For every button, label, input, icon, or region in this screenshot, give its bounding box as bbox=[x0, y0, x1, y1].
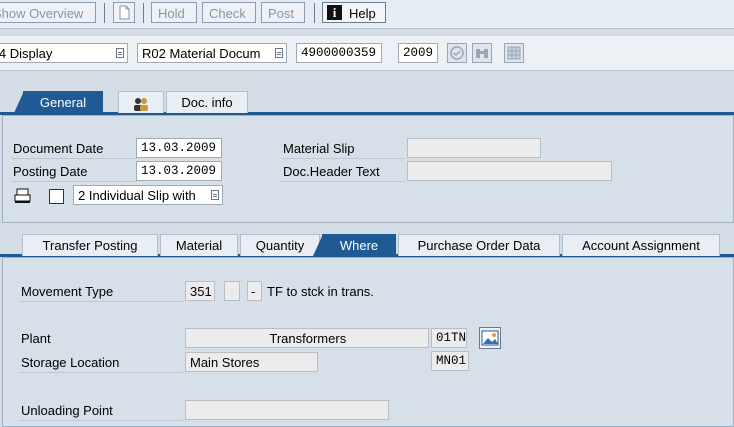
movement-type-label: Movement Type bbox=[21, 284, 114, 299]
toolbar-separator bbox=[314, 3, 315, 23]
header-text-input[interactable] bbox=[407, 161, 612, 181]
execute-icon[interactable] bbox=[447, 43, 467, 63]
check-button[interactable]: Check bbox=[202, 2, 256, 23]
document-icon bbox=[119, 5, 130, 20]
document-date-label: Document Date bbox=[13, 141, 104, 156]
table-icon[interactable] bbox=[504, 43, 524, 63]
tab-where[interactable]: Where bbox=[313, 234, 396, 256]
printer-icon[interactable] bbox=[13, 187, 33, 208]
tab-account-assignment[interactable]: Account Assignment bbox=[562, 234, 720, 256]
post-button[interactable]: Post bbox=[261, 2, 305, 23]
plant-name-field: Transformers bbox=[185, 328, 429, 348]
reference-value: R02 Material Docum bbox=[142, 46, 261, 61]
toolbar-separator bbox=[143, 3, 144, 23]
application-toolbar: Show Overview Hold Check Post i Help bbox=[0, 0, 734, 29]
reference-select[interactable]: R02 Material Docum bbox=[137, 43, 287, 63]
document-year-input[interactable]: 2009 bbox=[398, 43, 438, 63]
posting-date-label: Posting Date bbox=[13, 164, 88, 179]
storage-location-name-field: Main Stores bbox=[185, 352, 318, 372]
people-icon bbox=[131, 95, 151, 111]
help-button[interactable]: i Help bbox=[322, 2, 386, 23]
dropdown-icon bbox=[275, 48, 283, 58]
plant-image-icon[interactable] bbox=[479, 327, 501, 349]
item-tabstrip: Transfer Posting Material Quantity Where… bbox=[0, 234, 734, 256]
storage-location-label: Storage Location bbox=[21, 355, 120, 370]
tab-purchase-order-data[interactable]: Purchase Order Data bbox=[398, 234, 560, 256]
binoculars-icon[interactable] bbox=[472, 43, 492, 63]
unloading-point-label: Unloading Point bbox=[21, 403, 113, 418]
movement-type-description: TF to stck in trans. bbox=[267, 284, 374, 299]
tab-partner[interactable] bbox=[118, 91, 164, 113]
tab-transfer-posting[interactable]: Transfer Posting bbox=[22, 234, 158, 256]
storage-location-code-input[interactable]: MN01 bbox=[431, 351, 469, 371]
show-overview-button[interactable]: Show Overview bbox=[0, 2, 96, 23]
dropdown-icon bbox=[211, 190, 219, 200]
toolbar-separator bbox=[104, 3, 105, 23]
header-tabstrip: General Doc. info bbox=[0, 91, 734, 113]
material-slip-label: Material Slip bbox=[283, 141, 355, 156]
help-label: Help bbox=[349, 6, 376, 21]
plant-name: Transformers bbox=[269, 331, 347, 346]
movement-indicator-input[interactable]: - bbox=[247, 281, 262, 301]
action-select[interactable]: A04 Display bbox=[0, 43, 128, 63]
tab-material[interactable]: Material bbox=[160, 234, 238, 256]
material-slip-input[interactable] bbox=[407, 138, 541, 158]
document-number-input[interactable]: 4900000359 bbox=[296, 43, 382, 63]
header-text-label: Doc.Header Text bbox=[283, 164, 380, 179]
print-checkbox[interactable] bbox=[49, 189, 64, 204]
plant-code-input[interactable]: 01TN bbox=[431, 328, 467, 348]
info-icon: i bbox=[327, 5, 342, 20]
document-date-input[interactable]: 13.03.2009 bbox=[136, 138, 222, 158]
tab-general[interactable]: General bbox=[14, 91, 103, 113]
print-version-value: 2 Individual Slip with bbox=[78, 188, 196, 203]
posting-date-input[interactable]: 13.03.2009 bbox=[136, 161, 222, 181]
hold-button[interactable]: Hold bbox=[151, 2, 197, 23]
dropdown-icon bbox=[116, 48, 124, 58]
print-version-select[interactable]: 2 Individual Slip with bbox=[73, 185, 223, 205]
special-stock-input[interactable] bbox=[224, 281, 240, 301]
action-value: A04 Display bbox=[0, 46, 53, 61]
movement-type-input[interactable]: 351 bbox=[185, 281, 215, 301]
unloading-point-input[interactable] bbox=[185, 400, 389, 420]
tab-quantity[interactable]: Quantity bbox=[240, 234, 320, 256]
plant-name-redacted bbox=[190, 331, 266, 343]
tab-doc-info[interactable]: Doc. info bbox=[166, 91, 248, 113]
plant-label: Plant bbox=[21, 331, 51, 346]
new-document-button[interactable] bbox=[113, 2, 135, 23]
